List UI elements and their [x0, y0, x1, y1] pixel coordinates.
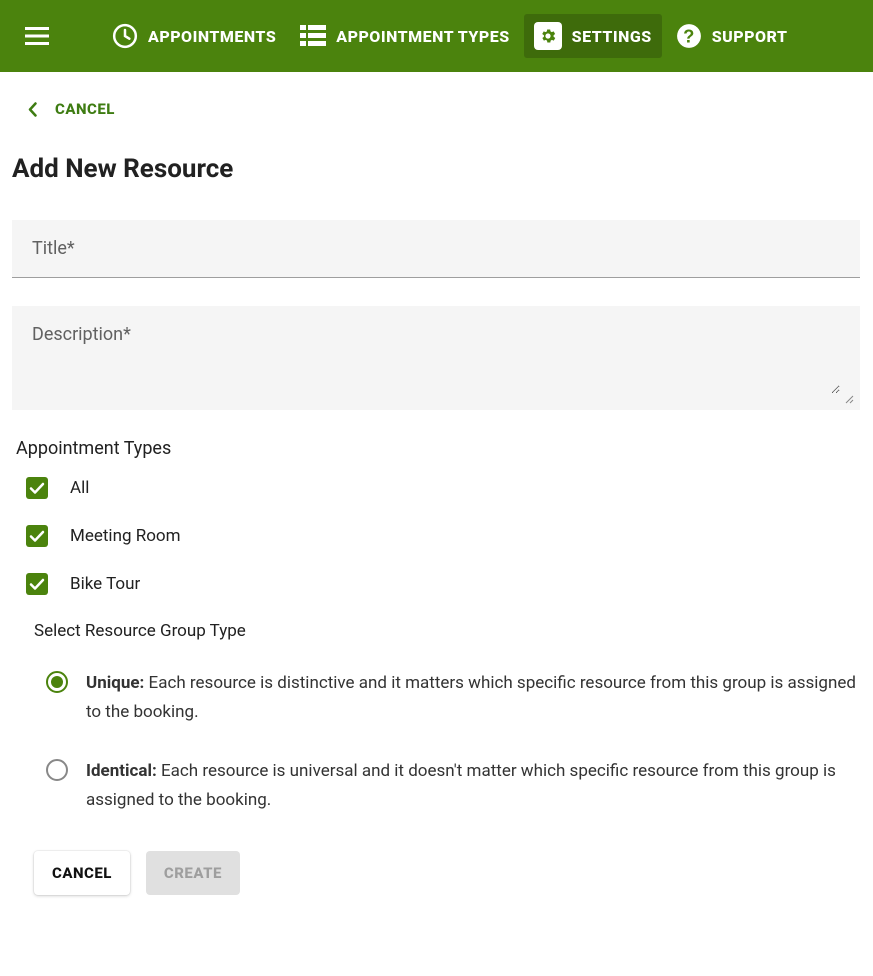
checkbox-meeting-room-box [26, 525, 48, 547]
checkmark-icon [29, 482, 45, 495]
checkbox-all-box [26, 477, 48, 499]
radio-identical-text: Identical: Each resource is universal an… [86, 757, 856, 815]
page-title: Add New Resource [12, 154, 861, 184]
radio-unique-circle [46, 671, 68, 693]
checkmark-icon [29, 530, 45, 543]
resize-handle-icon [842, 392, 854, 404]
back-cancel-label: CANCEL [55, 100, 115, 118]
nav-appointment-types-label: APPOINTMENT TYPES [336, 27, 509, 46]
checkbox-bike-tour[interactable]: Bike Tour [26, 573, 861, 595]
nav-support[interactable]: ? SUPPORT [666, 14, 798, 58]
cancel-button[interactable]: CANCEL [34, 851, 130, 895]
settings-icon-box [534, 22, 562, 50]
checkbox-bike-tour-label: Bike Tour [70, 574, 140, 594]
checkbox-meeting-room[interactable]: Meeting Room [26, 525, 861, 547]
radio-unique-desc: Each resource is distinctive and it matt… [86, 673, 856, 722]
group-type-label: Select Resource Group Type [34, 621, 861, 641]
top-nav-bar: APPOINTMENTS APPOINTMENT TYPES SETTINGS … [0, 0, 873, 72]
radio-identical-circle [46, 759, 68, 781]
title-input[interactable] [32, 238, 840, 259]
title-field-wrap [12, 220, 860, 278]
checkbox-all-label: All [70, 478, 89, 498]
checkbox-meeting-room-label: Meeting Room [70, 526, 181, 546]
list-icon [300, 25, 326, 47]
chevron-left-icon [28, 102, 37, 117]
nav-appointment-types[interactable]: APPOINTMENT TYPES [290, 14, 519, 58]
help-icon: ? [676, 23, 702, 49]
nav-settings[interactable]: SETTINGS [524, 14, 662, 58]
create-button[interactable]: CREATE [146, 851, 240, 895]
radio-unique-title: Unique: [86, 673, 144, 693]
checkbox-all[interactable]: All [26, 477, 861, 499]
checkbox-bike-tour-box [26, 573, 48, 595]
menu-button[interactable] [18, 17, 56, 55]
nav-settings-label: SETTINGS [572, 27, 652, 46]
checkmark-icon [29, 578, 45, 591]
nav-appointments[interactable]: APPOINTMENTS [102, 14, 286, 58]
svg-text:?: ? [683, 26, 695, 47]
gear-icon [539, 27, 557, 45]
description-input[interactable] [32, 324, 840, 394]
nav-support-label: SUPPORT [712, 27, 788, 46]
radio-identical-title: Identical: [86, 761, 157, 781]
radio-unique[interactable]: Unique: Each resource is distinctive and… [46, 669, 861, 727]
hamburger-icon [25, 27, 49, 45]
radio-unique-text: Unique: Each resource is distinctive and… [86, 669, 856, 727]
radio-identical-desc: Each resource is universal and it doesn'… [86, 761, 836, 810]
clock-icon [112, 23, 138, 49]
radio-identical[interactable]: Identical: Each resource is universal an… [46, 757, 861, 815]
description-field-wrap [12, 306, 860, 410]
nav-appointments-label: APPOINTMENTS [148, 27, 276, 46]
appointment-types-label: Appointment Types [16, 438, 861, 459]
back-cancel-link[interactable]: CANCEL [12, 100, 861, 118]
